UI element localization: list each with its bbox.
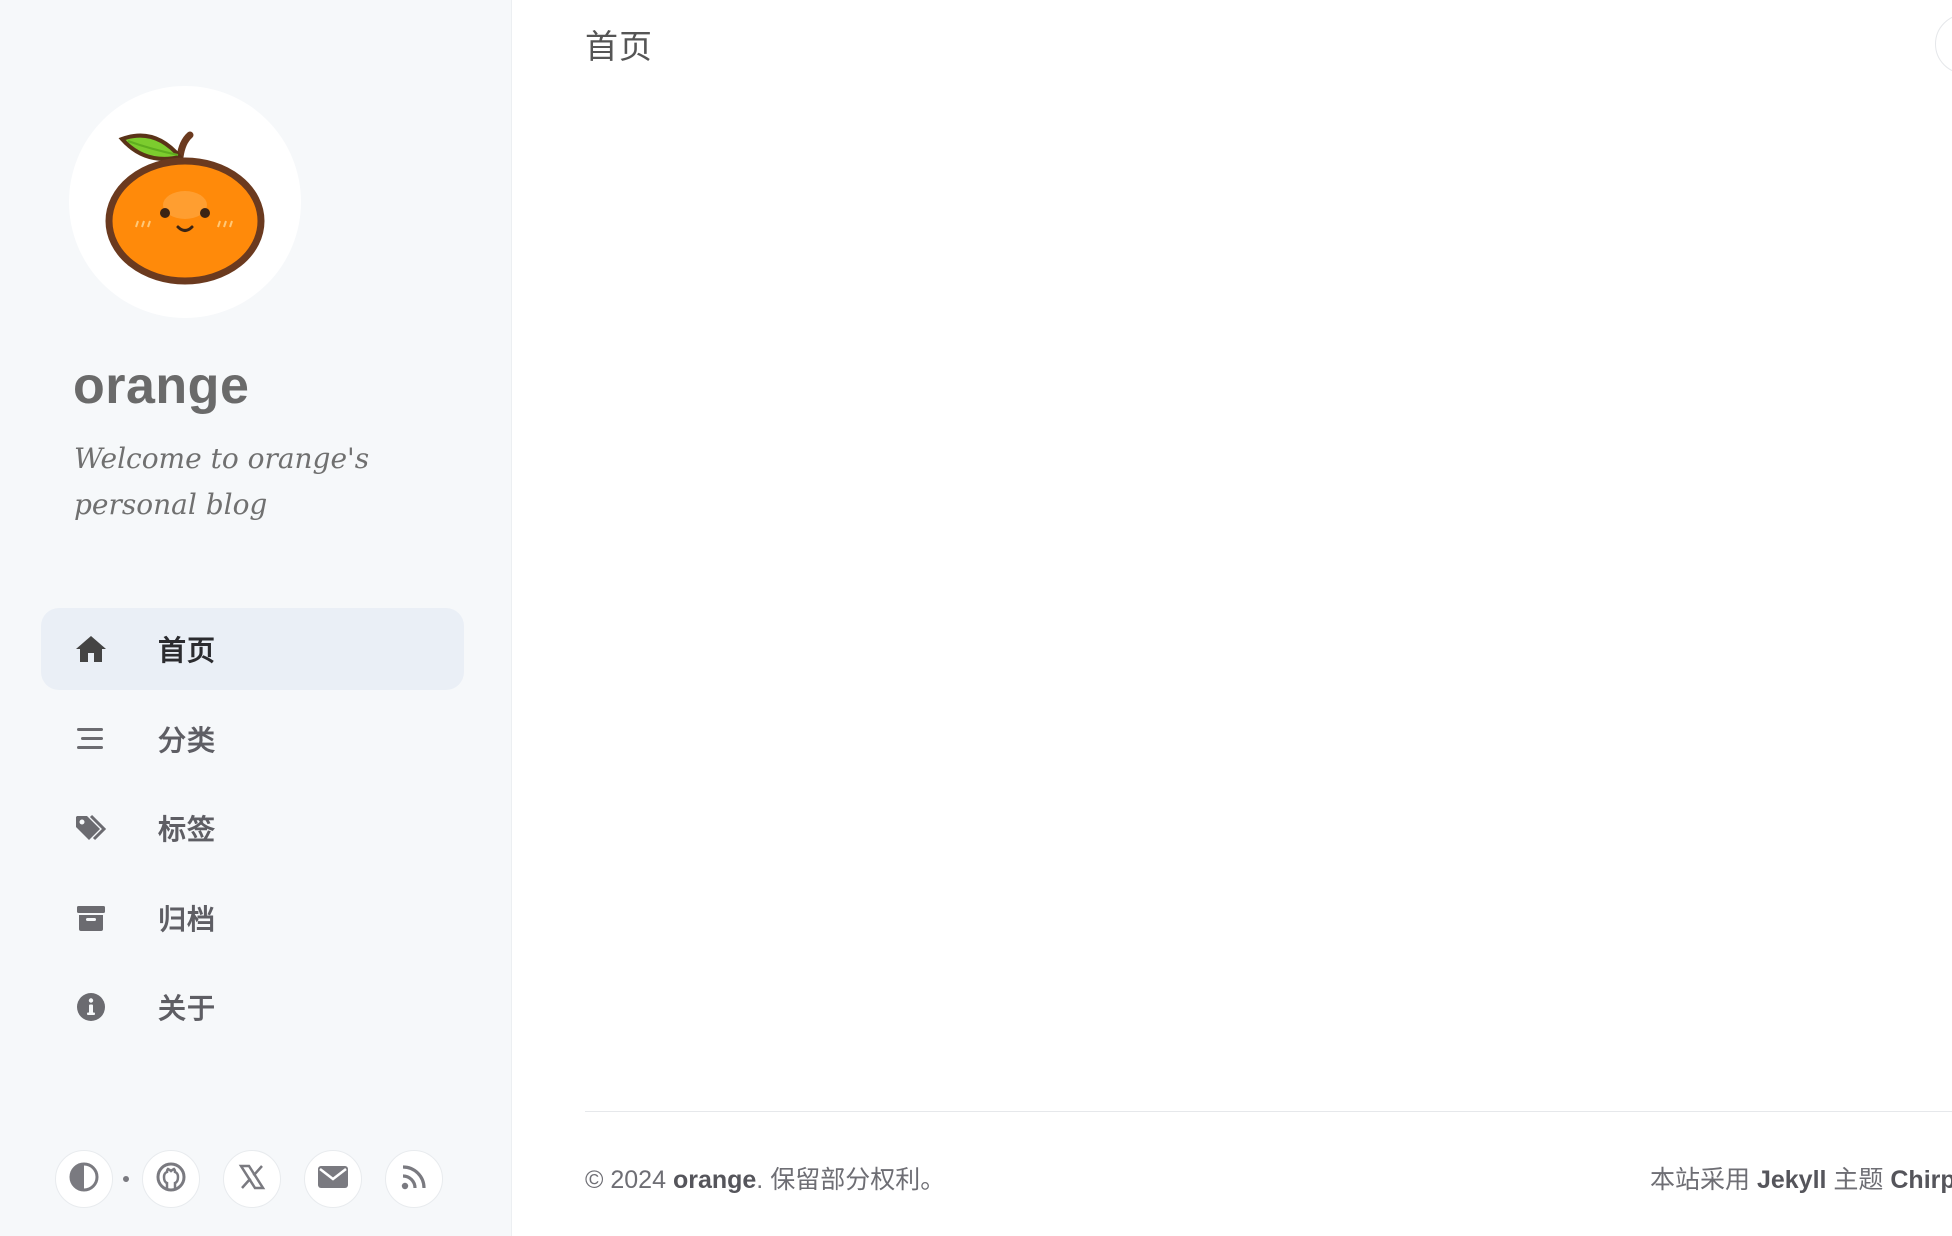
powered-prefix: 本站采用 <box>1650 1166 1757 1194</box>
sidebar-item-categories[interactable]: 分类 <box>41 698 464 780</box>
copyright-owner-link[interactable]: orange <box>673 1166 756 1194</box>
sidebar-item-label: 分类 <box>158 724 217 756</box>
search-button[interactable] <box>1935 14 1952 74</box>
archive-icon <box>74 901 108 935</box>
site-subtitle: Welcome to orange's personal blog <box>74 442 370 521</box>
sidebar-item-label: 首页 <box>158 635 217 666</box>
powered-mid: 主题 <box>1826 1166 1891 1194</box>
footer-powered-by: 本站采用 Jekyll 主题 Chirpy <box>1650 1160 1952 1196</box>
sidebar-item-label: 标签 <box>158 814 217 845</box>
info-icon <box>74 990 108 1024</box>
copyright-suffix: . 保留部分权利。 <box>756 1166 946 1194</box>
sidebar-item-label: 归档 <box>158 903 217 935</box>
sidebar-item-about[interactable]: 关于 <box>41 966 464 1048</box>
home-icon <box>74 632 108 666</box>
email-link[interactable] <box>304 1150 362 1208</box>
footer-copyright: © 2024 orange. 保留部分权利。 <box>585 1160 945 1196</box>
chirpy-link[interactable]: Chirpy <box>1890 1166 1952 1194</box>
breadcrumb: 首页 <box>585 28 653 65</box>
sidebar-item-home[interactable]: 首页 <box>41 608 464 690</box>
github-link[interactable] <box>142 1150 200 1208</box>
theme-toggle-button[interactable] <box>55 1150 113 1208</box>
stream-icon <box>74 722 108 756</box>
rss-icon <box>400 1163 428 1196</box>
footer-divider <box>585 1111 1952 1112</box>
sidebar-item-tags[interactable]: 标签 <box>41 787 464 869</box>
x-icon <box>238 1163 266 1196</box>
avatar[interactable] <box>69 86 301 318</box>
tags-icon <box>74 811 108 845</box>
jekyll-link[interactable]: Jekyll <box>1757 1166 1827 1194</box>
sidebar-bottom-links <box>55 1150 466 1208</box>
copyright-prefix: © 2024 <box>585 1166 673 1194</box>
separator-dot <box>123 1176 129 1182</box>
github-icon <box>155 1161 187 1198</box>
sidebar-item-archives[interactable]: 归档 <box>41 877 464 959</box>
email-icon <box>317 1164 349 1195</box>
rss-link[interactable] <box>385 1150 443 1208</box>
theme-toggle-icon <box>68 1161 100 1198</box>
sidebar-nav: 首页 分类 标签 归档 关于 <box>41 608 464 1056</box>
sidebar-item-label: 关于 <box>158 993 217 1024</box>
sidebar: orange Welcome to orange's personal blog… <box>0 0 512 1236</box>
site-title[interactable]: orange <box>73 356 249 416</box>
x-twitter-link[interactable] <box>223 1150 281 1208</box>
orange-avatar-icon <box>105 131 265 285</box>
